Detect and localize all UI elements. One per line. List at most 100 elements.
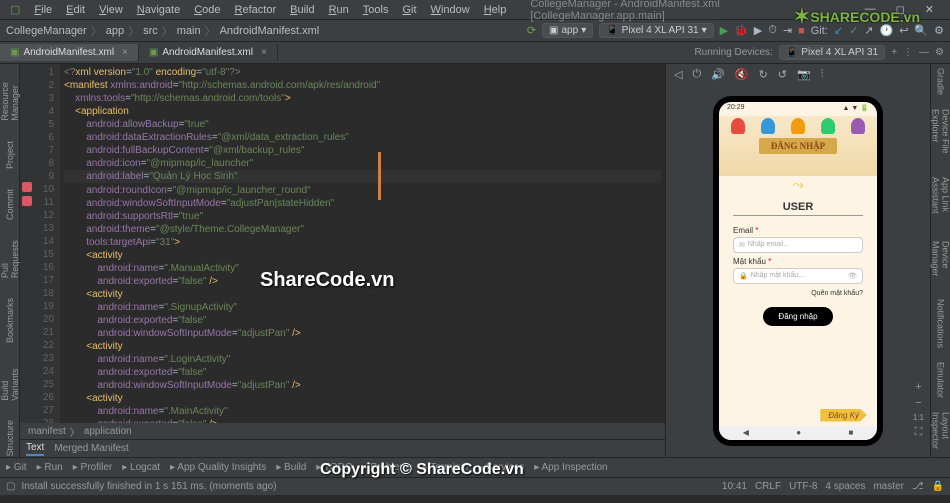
structure-breadcrumb[interactable]: manifest〉application	[20, 423, 665, 439]
email-input[interactable]: ✉Nhập email...	[733, 237, 863, 253]
coverage-button[interactable]: ▶	[754, 24, 762, 37]
status-item[interactable]: UTF-8	[789, 481, 817, 492]
menu-navigate[interactable]: Navigate	[131, 2, 186, 18]
zoom-fit-button[interactable]: ⛶	[915, 426, 923, 439]
emulator-control-icon[interactable]: 🔇	[735, 68, 749, 81]
run-button[interactable]: ▶	[720, 24, 728, 37]
status-item[interactable]: master	[873, 481, 904, 492]
structure-crumb[interactable]: application	[84, 426, 132, 437]
breadcrumb-item[interactable]: AndroidManifest.xml	[220, 25, 320, 37]
bottom-tool-profiler[interactable]: ▸ Profiler	[73, 462, 112, 473]
bottom-tool-problems[interactable]: ▸ Problems	[363, 462, 413, 473]
tool-pull-requests[interactable]: Pull Requests	[0, 240, 20, 278]
emulator-control-icon[interactable]: ↻	[759, 68, 768, 81]
signup-button[interactable]: Đăng Ký	[820, 409, 867, 422]
close-tab-icon[interactable]: ×	[122, 47, 128, 58]
tool-bookmarks[interactable]: Bookmarks	[5, 298, 15, 343]
tool-device-file-explorer[interactable]: Device File Explorer	[931, 109, 950, 163]
password-input[interactable]: 🔒Nhập mật khẩu...👁	[733, 268, 863, 284]
status-item[interactable]: 10:41	[722, 481, 747, 492]
emulator-control-icon[interactable]: 🔊	[711, 68, 725, 81]
eye-icon[interactable]: 👁	[848, 272, 857, 280]
bottom-tool-app-inspection[interactable]: ▸ App Inspection	[534, 462, 607, 473]
emulator-control-icon[interactable]: ⏻	[692, 68, 701, 81]
structure-crumb[interactable]: manifest	[28, 426, 66, 437]
status-item[interactable]: 4 spaces	[825, 481, 865, 492]
zoom-in-button[interactable]: +	[915, 381, 921, 393]
android-navbar[interactable]: ◀●■	[719, 426, 877, 440]
git-branch-icon[interactable]: ⎇	[912, 481, 924, 492]
menu-view[interactable]: View	[93, 2, 129, 18]
editor-tab[interactable]: ▣AndroidManifest.xml×	[0, 44, 139, 61]
toolwindow-button[interactable]: ▢	[6, 481, 15, 492]
emulator-control-icon[interactable]: ↺	[778, 68, 787, 81]
editor-tab[interactable]: ▣AndroidManifest.xml×	[139, 44, 278, 61]
manifest-view-tab[interactable]: Text	[26, 442, 44, 456]
sync-icon[interactable]: ⟳	[527, 24, 536, 37]
bottom-tool-todo[interactable]: ▸ TODO	[316, 462, 352, 473]
manifest-view-tab[interactable]: Merged Manifest	[54, 443, 128, 454]
bottom-tool-build[interactable]: ▸ Build	[276, 462, 306, 473]
bottom-tool-git[interactable]: ▸ Git	[6, 462, 27, 473]
menu-help[interactable]: Help	[478, 2, 513, 18]
tool-build-variants[interactable]: Build Variants	[0, 363, 20, 401]
menu-edit[interactable]: Edit	[60, 2, 91, 18]
close-tab-icon[interactable]: ×	[261, 47, 267, 58]
arrow-decoration: ⤳	[719, 176, 877, 193]
hide-panel-button[interactable]: —	[919, 47, 929, 58]
attach-button[interactable]: ⇥	[783, 24, 792, 37]
breadcrumb-item[interactable]: main	[177, 25, 201, 37]
login-button[interactable]: Đăng nhập	[763, 307, 833, 326]
bottom-tool-run[interactable]: ▸ Run	[37, 462, 63, 473]
tool-notifications[interactable]: Notifications	[936, 299, 946, 348]
bottom-tool-services[interactable]: ▸ Services	[478, 462, 524, 473]
menu-build[interactable]: Build	[284, 2, 320, 18]
tool-resource-manager[interactable]: Resource Manager	[0, 68, 20, 121]
bottom-tool-app-quality-insights[interactable]: ▸ App Quality Insights	[170, 462, 266, 473]
code-editor[interactable]: <?xml version="1.0" encoding="utf-8"?><m…	[60, 64, 665, 423]
tool-gradle[interactable]: Gradle	[936, 68, 946, 95]
tool-emulator[interactable]: Emulator	[936, 362, 946, 398]
emulator-control-icon[interactable]: 📷	[797, 68, 811, 81]
device-settings-icon[interactable]: ⚙	[935, 47, 944, 58]
settings-icon[interactable]: ⚙	[934, 24, 944, 37]
menu-code[interactable]: Code	[188, 2, 226, 18]
status-item[interactable]: CRLF	[755, 481, 781, 492]
device-selector[interactable]: 📱 Pixel 4 XL API 31 ▾	[599, 23, 713, 38]
editor-gutter[interactable]: 1234567891011121314151617181920212223242…	[20, 64, 60, 423]
add-device-button[interactable]: +	[891, 47, 897, 58]
forgot-password-link[interactable]: Quên mật khẩu?	[733, 290, 863, 297]
menu-file[interactable]: File	[28, 2, 58, 18]
menu-run[interactable]: Run	[323, 2, 355, 18]
tool-commit[interactable]: Commit	[5, 189, 15, 220]
tool-project[interactable]: Project	[5, 141, 15, 169]
tool-layout-inspector[interactable]: Layout Inspector	[931, 412, 950, 457]
emulator-control-icon[interactable]: ⫶	[821, 68, 824, 81]
device-menu-icon[interactable]: ⋮	[903, 47, 913, 58]
device-screen[interactable]: 20:29▲ ▼ 🔋 ĐĂNG NHẬP ⤳ USER Email * ✉Nhậ…	[719, 102, 877, 440]
running-device-tab[interactable]: 📱 Pixel 4 XL API 31	[779, 45, 885, 60]
bottom-tool-terminal[interactable]: ▸ Terminal	[423, 462, 468, 473]
debug-button[interactable]: 🐞	[734, 24, 748, 37]
menu-refactor[interactable]: Refactor	[229, 2, 283, 18]
run-config-selector[interactable]: ▣ app ▾	[542, 23, 593, 38]
breadcrumb-item[interactable]: app	[106, 25, 124, 37]
profile-button[interactable]: ⏱	[768, 24, 777, 37]
menu-git[interactable]: Git	[396, 2, 422, 18]
menu-tools[interactable]: Tools	[357, 2, 395, 18]
close-button[interactable]: ✕	[919, 1, 940, 18]
login-banner: ĐĂNG NHẬP	[759, 138, 837, 154]
breadcrumb-item[interactable]: src	[143, 25, 158, 37]
left-toolwindow-bar: Resource Manager Project Commit Pull Reques…	[0, 64, 20, 457]
tool-device-manager[interactable]: Device Manager	[931, 241, 950, 285]
editor-marker	[378, 152, 381, 200]
emulator-control-icon[interactable]: ◁	[674, 68, 682, 81]
menu-window[interactable]: Window	[425, 2, 476, 18]
tool-app-link-assistant[interactable]: App Link Assistant	[931, 177, 950, 227]
bottom-tool-logcat[interactable]: ▸ Logcat	[122, 462, 160, 473]
password-label: Mật khẩu *	[733, 257, 863, 266]
zoom-out-button[interactable]: −	[915, 397, 921, 409]
breadcrumb-item[interactable]: CollegeManager	[6, 25, 87, 37]
tool-structure[interactable]: Structure	[5, 420, 15, 457]
zoom-reset-button[interactable]: 1:1	[913, 413, 924, 422]
